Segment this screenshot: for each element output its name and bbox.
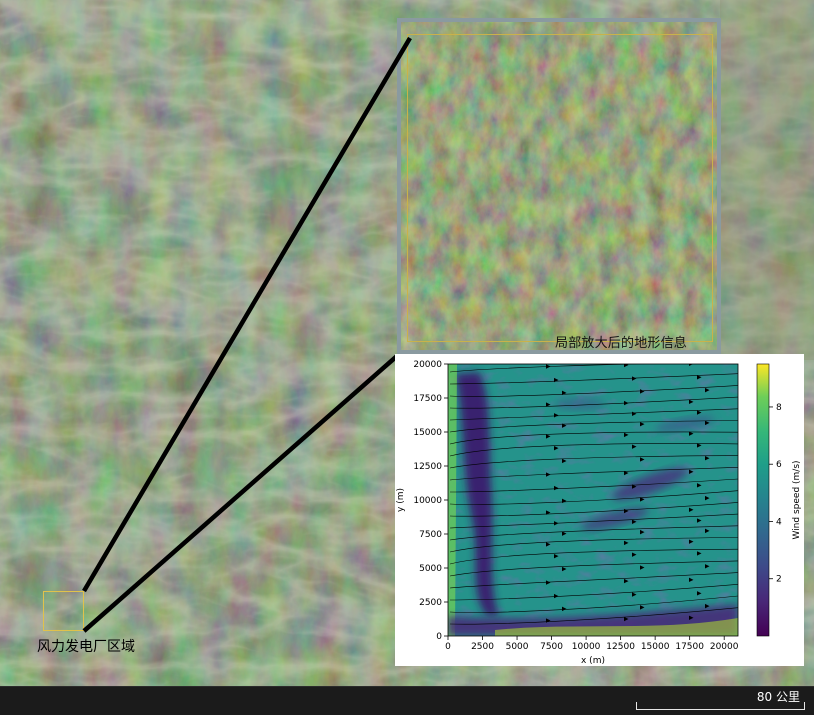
wind-farm-label: 风力发电厂区域 — [37, 639, 135, 655]
zoom-inset-inner-border — [407, 34, 713, 342]
colorbar-tick-label: 6 — [776, 460, 782, 470]
zoom-caption: 局部放大后的地形信息 — [555, 336, 688, 351]
y-tick-label: 0 — [436, 632, 442, 642]
colorbar-tick-label: 8 — [776, 403, 782, 413]
x-tick-label: 2500 — [471, 642, 494, 652]
y-tick-label: 10000 — [413, 496, 442, 506]
wind-field-plot: 0 2500 5000 7500 10000 12500 15000 17500 20000 0… — [396, 360, 802, 666]
y-axis-ticks: 0 2500 5000 7500 10000 12500 15000 17500 20000 — [413, 360, 448, 642]
x-tick-label: 0 — [445, 642, 451, 652]
y-axis-label: y (m) — [396, 488, 406, 512]
wind-field-plot-panel: 0 2500 5000 7500 10000 12500 15000 17500 20000 0… — [395, 354, 804, 666]
scale-bar — [636, 702, 805, 710]
x-tick-label: 10000 — [572, 642, 601, 652]
colorbar-tick-label: 2 — [776, 575, 782, 585]
y-tick-label: 20000 — [413, 360, 442, 370]
x-axis-ticks: 0 2500 5000 7500 10000 12500 15000 17500 20000 — [445, 636, 739, 652]
y-tick-label: 12500 — [413, 462, 442, 472]
colorbar — [756, 363, 770, 637]
y-tick-label: 17500 — [413, 394, 442, 404]
colorbar-tick-label: 4 — [776, 517, 782, 527]
y-tick-label: 5000 — [419, 564, 442, 574]
colorbar-label: Wind speed (m/s) — [792, 460, 802, 539]
y-tick-label: 2500 — [419, 598, 442, 608]
x-axis-label: x (m) — [581, 656, 605, 666]
x-tick-label: 12500 — [606, 642, 635, 652]
x-tick-label: 15000 — [641, 642, 670, 652]
x-tick-label: 7500 — [540, 642, 563, 652]
x-tick-label: 20000 — [710, 642, 739, 652]
wind-farm-area-box[interactable] — [43, 591, 84, 631]
map-status-bar — [0, 686, 814, 715]
wind-speed-field — [448, 364, 738, 636]
x-tick-label: 17500 — [675, 642, 704, 652]
y-tick-label: 15000 — [413, 428, 442, 438]
y-tick-label: 7500 — [419, 530, 442, 540]
zoom-inset-frame — [397, 18, 721, 354]
x-tick-label: 5000 — [506, 642, 529, 652]
colorbar-ticks: 2 4 6 8 — [769, 403, 782, 585]
